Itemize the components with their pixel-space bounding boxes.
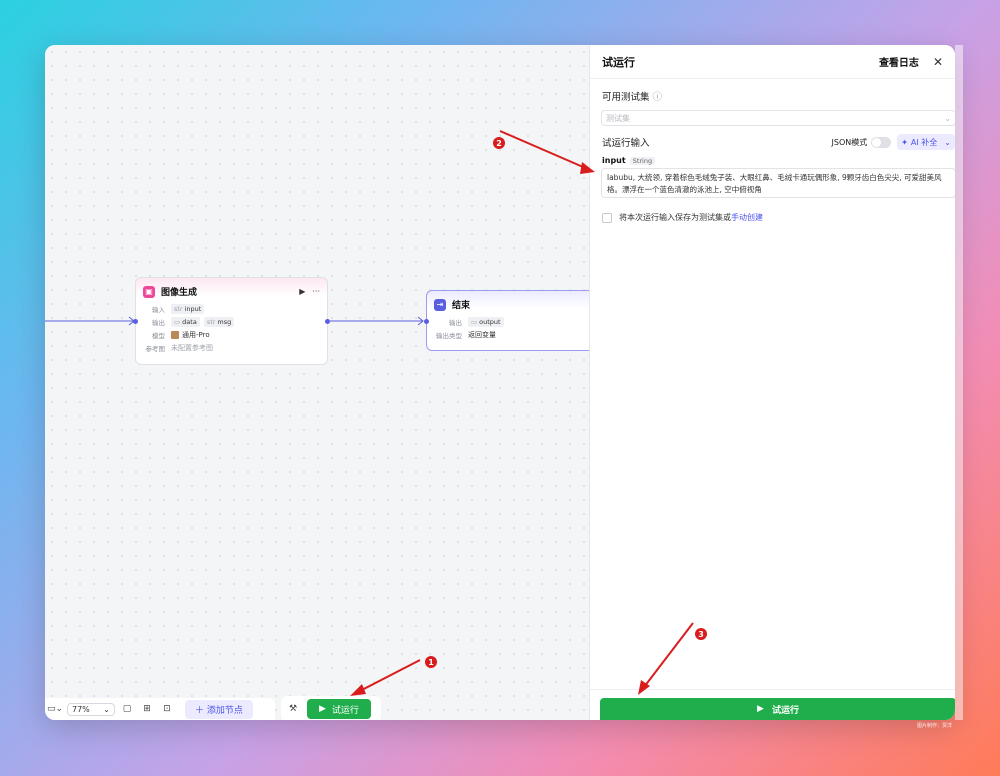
input-textarea[interactable]: labubu, 大统领, 穿着棕色毛绒兔子装、大眼红鼻、毛绒卡通玩偶形象, 9颗… xyxy=(601,168,955,198)
input-port[interactable] xyxy=(424,319,429,324)
node-row-output: 输出 ▭ data str msg xyxy=(136,315,327,328)
image-icon: ▣ xyxy=(143,285,155,298)
annotation-marker-2: 2 xyxy=(493,137,505,149)
layout-icon[interactable]: ⊞ xyxy=(139,704,155,714)
add-node-button[interactable]: ＋ 添加节点 xyxy=(185,699,253,719)
json-mode-toggle[interactable] xyxy=(871,136,892,148)
node-row-output-type: 输出类型 返回变量 xyxy=(436,330,496,340)
testset-select[interactable]: 测试集 ⌄ xyxy=(601,110,955,126)
play-icon: ▶ xyxy=(757,704,764,714)
node-row-input: 输入 str input xyxy=(136,302,327,315)
edges xyxy=(45,316,424,326)
sparkle-icon: ✦ xyxy=(901,137,908,147)
img-type-icon: ▭ xyxy=(174,317,181,326)
node-title: 图像生成 xyxy=(161,288,198,298)
input-port[interactable] xyxy=(133,319,138,324)
input-section-label: 试运行输入 xyxy=(602,138,650,149)
watermark: 图片制作：贾洋 xyxy=(917,723,953,729)
play-icon: ▶ xyxy=(319,704,326,714)
close-icon[interactable]: ✕ xyxy=(933,55,943,69)
manual-create-link[interactable]: 手动创建 xyxy=(731,212,763,223)
image-frame-icon[interactable]: ⊡ xyxy=(159,704,175,714)
save-testset-row: 将本次运行输入保存为测试集或 手动创建 xyxy=(590,212,955,223)
model-avatar-icon xyxy=(171,330,179,339)
save-checkbox[interactable] xyxy=(602,212,612,223)
test-run-button[interactable]: ▶ 试运行 xyxy=(307,699,371,719)
annotation-marker-3: 3 xyxy=(695,628,707,640)
view-log-button[interactable]: 查看日志 xyxy=(879,54,919,69)
test-run-panel: 试运行 查看日志 ✕ 可用测试集 ⓘ 测试集 ⌄ 试运行输入 JSON模式 ✦ AI… xyxy=(589,45,955,720)
run-group: ⚒ ▶ 试运行 xyxy=(281,696,381,720)
chevron-down-icon: ⌄ xyxy=(944,113,951,123)
play-icon[interactable]: ▶ xyxy=(299,287,305,296)
panel-footer: ▶ 试运行 xyxy=(590,689,955,720)
output-port[interactable] xyxy=(325,319,330,324)
node-row-reference: 参考图 未配置参考图 xyxy=(145,343,214,353)
comment-icon[interactable]: ▢ xyxy=(119,704,135,714)
minimap-icon[interactable]: ▭⌄ xyxy=(47,704,63,714)
node-row-model: 模型 通用-Pro xyxy=(152,330,210,340)
testset-label: 可用测试集 ⓘ xyxy=(602,92,663,103)
end-node[interactable]: ⇥ 结束 输出 ▭ output 输出类型 返回变量 xyxy=(424,290,596,351)
panel-run-button[interactable]: ▶ 试运行 xyxy=(600,698,955,720)
img-type-icon: ▭ xyxy=(471,317,478,326)
zoom-select[interactable]: 77% ⌄ xyxy=(67,702,115,716)
workflow-canvas[interactable]: ▣ 图像生成 ▶ ··· 输入 str input 输出 ▭ data str msg… xyxy=(45,45,596,720)
canvas-toolbar: ▭⌄ 77% ⌄ ▢ ⊞ ⊡ ＋ 添加节点 xyxy=(45,698,275,720)
node-row-output: 输出 ▭ output xyxy=(427,315,595,328)
exit-icon: ⇥ xyxy=(434,298,446,311)
panel-title: 试运行 xyxy=(602,55,635,69)
more-icon[interactable]: ··· xyxy=(312,287,320,296)
annotation-marker-1: 1 xyxy=(425,656,437,668)
window-edge xyxy=(955,45,963,720)
info-icon: ⓘ xyxy=(652,92,663,103)
image-generation-node[interactable]: ▣ 图像生成 ▶ ··· 输入 str input 输出 ▭ data str msg… xyxy=(133,277,330,365)
chevron-down-icon: ⌄ xyxy=(103,704,110,714)
wrench-icon[interactable]: ⚒ xyxy=(285,704,301,714)
chevron-down-icon: ⌄ xyxy=(944,137,951,147)
input-field-name: input String xyxy=(590,156,955,165)
node-title: 结束 xyxy=(452,301,471,311)
json-mode-label: JSON模式 xyxy=(831,137,868,147)
ai-fill-button[interactable]: ✦ AI 补全 ⌄ xyxy=(897,134,955,150)
